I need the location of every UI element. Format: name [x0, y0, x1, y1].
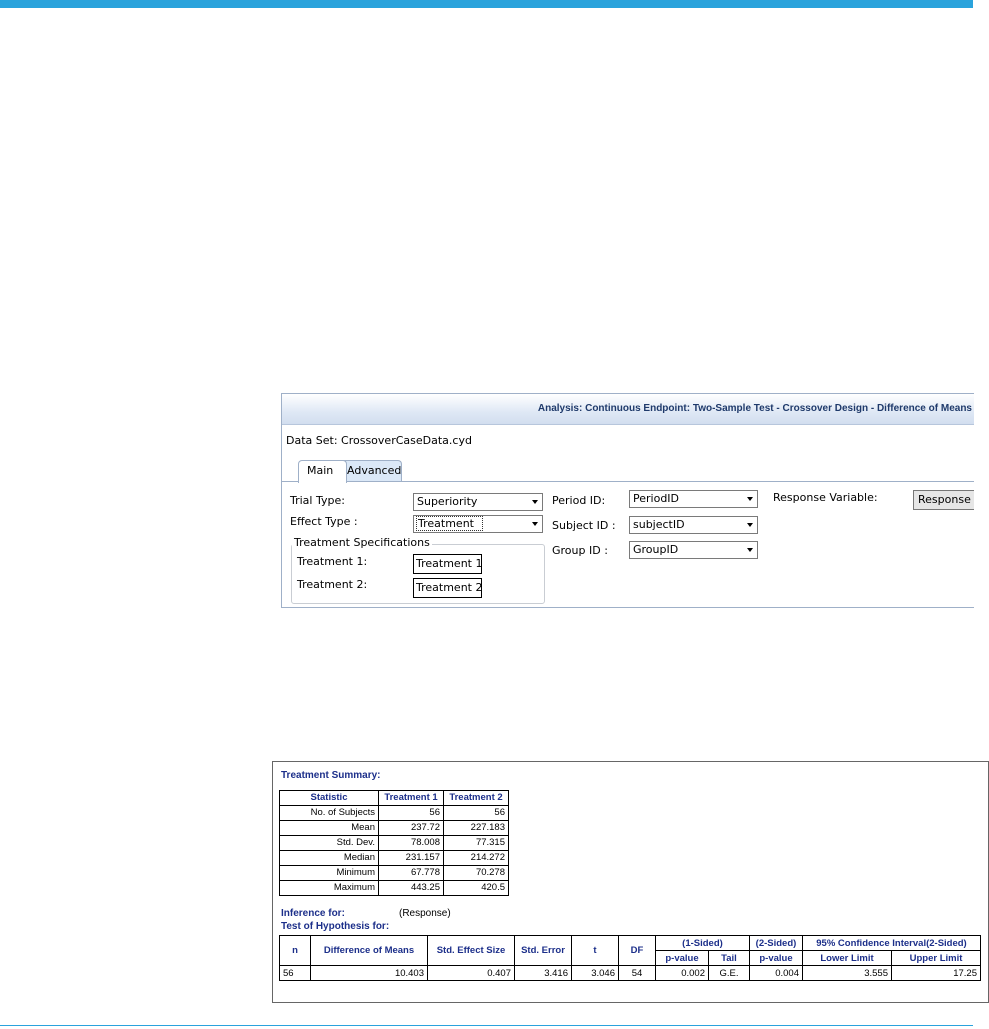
table-cell: 56 [279, 965, 311, 981]
table-cell: 56 [378, 805, 444, 821]
tab-advanced[interactable]: Advanced [338, 460, 402, 482]
tab-divider [282, 481, 974, 482]
table-cell: 78.008 [378, 835, 444, 851]
table-cell: 70.278 [443, 865, 509, 881]
chevron-down-icon [532, 522, 538, 526]
response-variable-dropdown[interactable]: Response [913, 490, 974, 510]
group-id-dropdown[interactable]: GroupID [629, 541, 758, 559]
hypothesis-label: Test of Hypothesis for: [281, 921, 390, 932]
table-row: 56 10.403 0.407 3.416 3.046 54 0.002 G.E… [279, 965, 981, 981]
table-row: Median 231.157 214.272 [279, 850, 509, 866]
table-cell: 443.25 [378, 880, 444, 896]
table-header: Treatment 2 [443, 790, 509, 806]
table-cell: 10.403 [310, 965, 428, 981]
table-row: Maximum 443.25 420.5 [279, 880, 509, 896]
table-cell: 67.778 [378, 865, 444, 881]
treatment-summary-heading: Treatment Summary: [281, 770, 381, 781]
top-accent-bar [0, 0, 973, 8]
chevron-down-icon [747, 548, 753, 552]
table-cell: No. of Subjects [279, 805, 379, 821]
table-cell: G.E. [708, 965, 750, 981]
table-cell: 237.72 [378, 820, 444, 836]
table-cell: Median [279, 850, 379, 866]
table-header: Std. Effect Size [427, 935, 515, 966]
table-header: p-value [655, 950, 709, 966]
dialog-title: Analysis: Continuous Endpoint: Two-Sampl… [282, 394, 974, 425]
chevron-down-icon [532, 500, 538, 504]
analysis-dialog: Analysis: Continuous Endpoint: Two-Sampl… [281, 393, 974, 608]
table-row: No. of Subjects 56 56 [279, 805, 509, 821]
subject-id-dropdown[interactable]: subjectID [629, 516, 758, 534]
table-cell: 3.046 [571, 965, 619, 981]
response-variable-label: Response Variable: [773, 491, 878, 504]
table-header: t [571, 935, 619, 966]
trial-type-value: Superiority [417, 495, 478, 508]
table-header-row: Statistic Treatment 1 Treatment 2 [279, 790, 509, 806]
treatment-2-label: Treatment 2: [297, 578, 368, 591]
table-header: 95% Confidence Interval(2-Sided) [802, 935, 981, 951]
table-header: Difference of Means [310, 935, 428, 966]
table-header: Tail [708, 950, 750, 966]
table-header: Lower Limit [802, 950, 892, 966]
table-header-row: n Difference of Means Std. Effect Size S… [279, 935, 981, 966]
table-row: Mean 237.72 227.183 [279, 820, 509, 836]
table-header: Std. Error [514, 935, 572, 966]
effect-type-value: Treatment [416, 516, 483, 531]
table-cell: 227.183 [443, 820, 509, 836]
table-cell: Maximum [279, 880, 379, 896]
table-cell: 214.272 [443, 850, 509, 866]
table-cell: 77.315 [443, 835, 509, 851]
table-cell: 231.157 [378, 850, 444, 866]
inference-value: (Response) [399, 908, 451, 919]
subject-id-label: Subject ID : [552, 519, 616, 532]
effect-type-dropdown[interactable]: Treatment [413, 515, 543, 533]
table-cell: 54 [618, 965, 656, 981]
table-cell: 420.5 [443, 880, 509, 896]
table-cell: 0.002 [655, 965, 709, 981]
treatment-1-field[interactable]: Treatment 1 [413, 554, 482, 574]
treatment-specifications-title: Treatment Specifications [292, 536, 432, 549]
table-cell: 0.407 [427, 965, 515, 981]
tab-main[interactable]: Main [298, 460, 347, 483]
table-cell: 3.416 [514, 965, 572, 981]
table-header: p-value [749, 950, 803, 966]
treatment-1-label: Treatment 1: [297, 555, 368, 568]
period-id-dropdown[interactable]: PeriodID [629, 490, 758, 508]
chevron-down-icon [747, 497, 753, 501]
table-row: Std. Dev. 78.008 77.315 [279, 835, 509, 851]
table-cell: 17.25 [891, 965, 981, 981]
table-cell: 3.555 [802, 965, 892, 981]
chevron-down-icon [747, 523, 753, 527]
table-cell: Minimum [279, 865, 379, 881]
table-cell: Mean [279, 820, 379, 836]
hypothesis-test-table: n Difference of Means Std. Effect Size S… [279, 935, 981, 981]
analysis-output: Treatment Summary: Statistic Treatment 1… [272, 761, 989, 1003]
dataset-label: Data Set: CrossoverCaseData.cyd [286, 434, 472, 447]
period-id-label: Period ID: [552, 494, 606, 507]
table-cell: 56 [443, 805, 509, 821]
period-id-value: PeriodID [633, 492, 680, 505]
table-header: Upper Limit [891, 950, 981, 966]
treatment-summary-table: Statistic Treatment 1 Treatment 2 No. of… [279, 790, 509, 896]
table-cell: Std. Dev. [279, 835, 379, 851]
table-row: Minimum 67.778 70.278 [279, 865, 509, 881]
table-header: (2-Sided) [749, 935, 803, 951]
trial-type-dropdown[interactable]: Superiority [413, 493, 543, 511]
bottom-accent-line [0, 1025, 973, 1026]
table-cell: 0.004 [749, 965, 803, 981]
group-id-value: GroupID [633, 543, 679, 556]
subject-id-value: subjectID [633, 518, 685, 531]
table-header: DF [618, 935, 656, 966]
trial-type-label: Trial Type: [290, 494, 345, 507]
table-header: (1-Sided) [655, 935, 750, 951]
table-header: Treatment 1 [378, 790, 444, 806]
treatment-2-field[interactable]: Treatment 2 [413, 578, 482, 598]
table-header: n [279, 935, 311, 966]
table-header: Statistic [279, 790, 379, 806]
effect-type-label: Effect Type : [290, 515, 358, 528]
group-id-label: Group ID : [552, 544, 608, 557]
inference-label: Inference for: [281, 908, 345, 919]
